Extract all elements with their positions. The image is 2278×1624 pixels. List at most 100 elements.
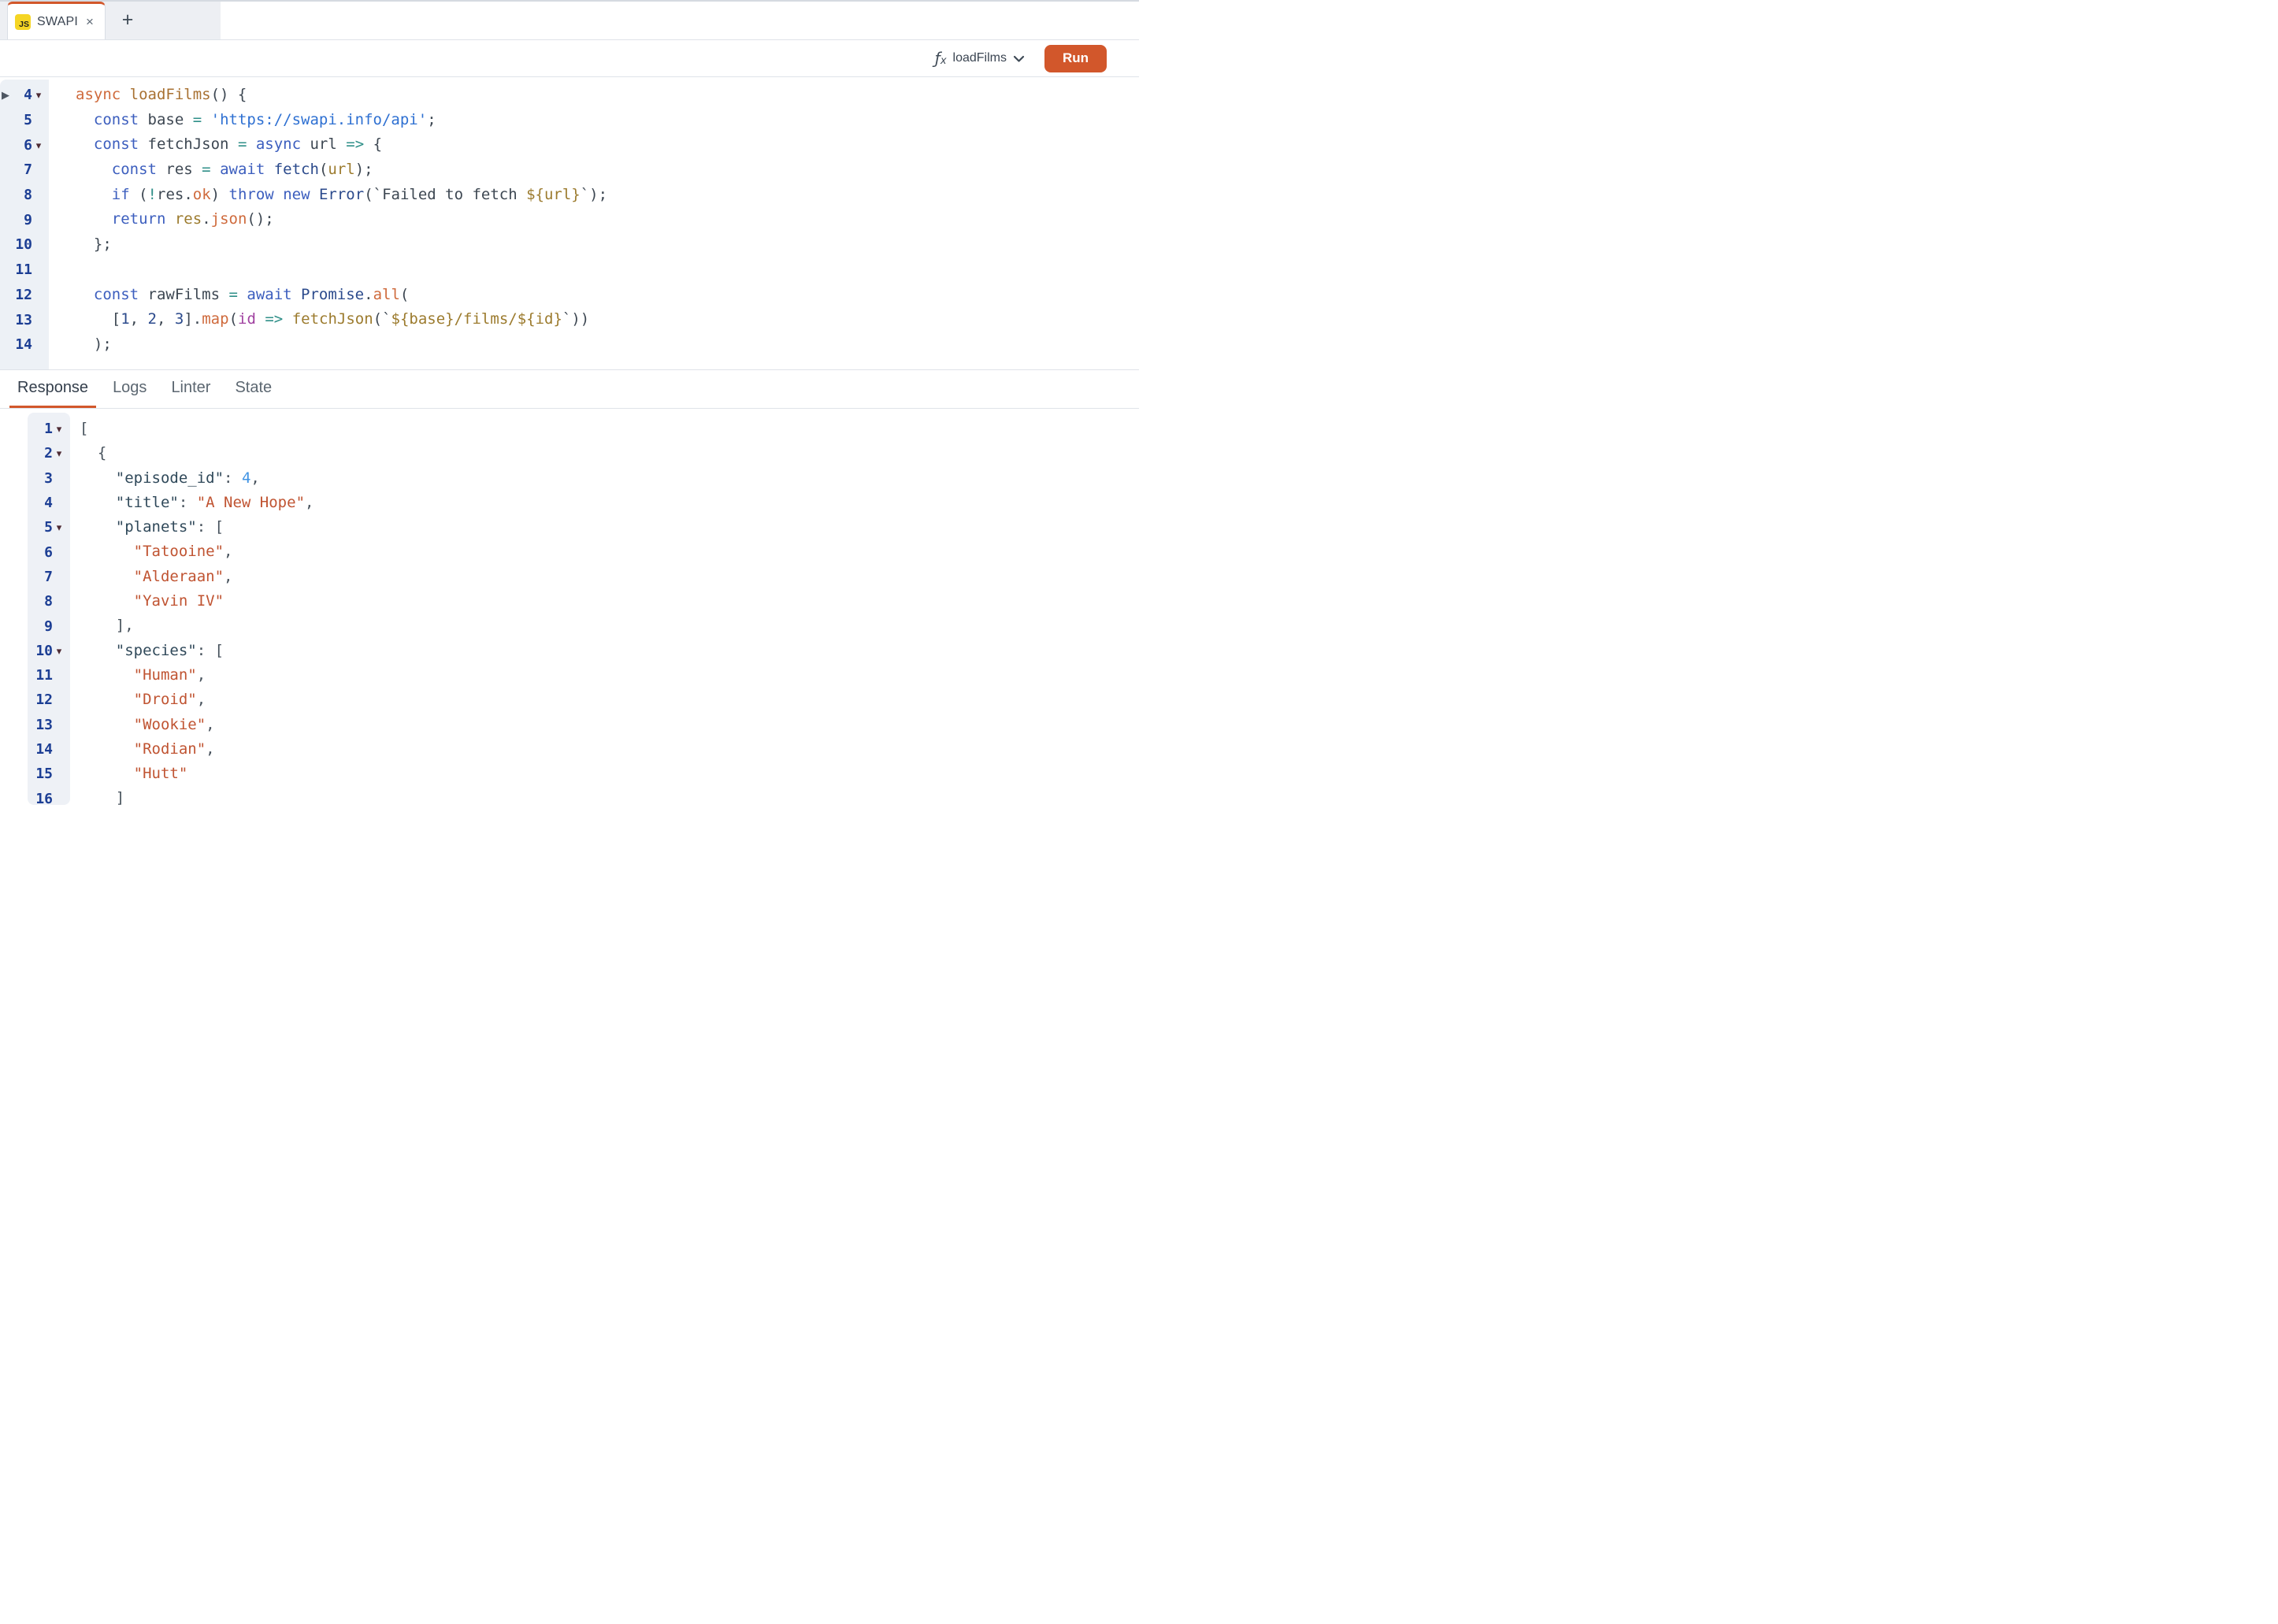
fold-toggle-icon[interactable]: ▾ [32,90,45,100]
response-line-10[interactable]: 10▾ "species": [ [0,639,1139,663]
code-text: const base = 'https://swapi.info/api'; [49,108,436,133]
output-tab-state[interactable]: State [227,370,280,408]
line-number: 12 [35,691,53,708]
line-number: 7 [24,161,32,178]
code-text: const rawFilms = await Promise.all( [49,283,409,308]
toolbar: ƒx loadFilms Run [0,40,1139,77]
response-line-15[interactable]: 15 "Hutt" [0,762,1139,786]
output-tab-linter[interactable]: Linter [163,370,218,408]
gutter-cell: 8 [0,183,49,208]
code-text: if (!res.ok) throw new Error(`Failed to … [49,183,607,208]
response-text: "Wookie", [70,713,215,737]
response-text: "planets": [ [70,515,224,539]
line-number: 6 [24,137,32,154]
gutter-cell: 5 [0,108,49,133]
code-line-5[interactable]: 5 const base = 'https://swapi.info/api'; [0,108,1139,133]
response-line-2[interactable]: 2▾ { [0,441,1139,465]
gutter-cell: 16 [28,786,70,810]
response-line-13[interactable]: 13 "Wookie", [0,713,1139,737]
output-tab-response[interactable]: Response [9,370,96,408]
code-line-12[interactable]: 12 const rawFilms = await Promise.all( [0,283,1139,308]
code-line-6[interactable]: 6▾ const fetchJson = async url => { [0,132,1139,158]
line-number: 11 [35,667,53,684]
gutter-cell: 12 [0,283,49,308]
response-line-8[interactable]: 8 "Yavin IV" [0,589,1139,614]
gutter-cell: ▶4▾ [0,83,49,108]
output-tab-logs[interactable]: Logs [105,370,154,408]
gutter-cell: 3 [28,466,70,491]
line-number: 5 [44,519,53,536]
gutter-cell: 11 [28,663,70,688]
line-number: 4 [44,495,53,511]
response-text: ] [70,786,124,810]
gutter-cell: 11 [0,258,49,283]
gutter-cell: 7 [28,565,70,589]
line-number: 10 [35,643,53,659]
gutter-cell: 1▾ [28,417,70,441]
response-line-3[interactable]: 3 "episode_id": 4, [0,466,1139,491]
code-line-11[interactable]: 11 [0,258,1139,283]
code-text: const fetchJson = async url => { [49,132,382,158]
code-text: ); [49,332,112,358]
line-number: 15 [35,766,53,782]
gutter-cell: 8 [28,589,70,614]
code-line-8[interactable]: 8 if (!res.ok) throw new Error(`Failed t… [0,183,1139,208]
new-tab-button[interactable]: + [115,0,140,39]
javascript-file-icon: JS [15,14,31,30]
response-line-14[interactable]: 14 "Rodian", [0,737,1139,762]
gutter-cell: 13 [28,713,70,737]
response-line-6[interactable]: 6 "Tatooine", [0,539,1139,564]
close-tab-icon[interactable]: × [86,15,94,28]
run-button[interactable]: Run [1044,45,1107,72]
line-number: 10 [15,236,32,253]
line-number: 13 [15,312,32,328]
gutter-cell: 5▾ [28,515,70,539]
line-number: 11 [15,261,32,278]
tab-title: SWAPI [37,15,78,29]
response-text: "Hutt" [70,762,187,786]
response-line-1[interactable]: 1▾[ [0,417,1139,441]
response-line-12[interactable]: 12 "Droid", [0,688,1139,712]
response-line-4[interactable]: 4 "title": "A New Hope", [0,491,1139,515]
function-icon: ƒx [935,50,947,66]
code-text: const res = await fetch(url); [49,158,373,183]
response-line-16[interactable]: 16 ] [0,786,1139,810]
code-line-13[interactable]: 13 [1, 2, 3].map(id => fetchJson(`${base… [0,307,1139,332]
code-line-14[interactable]: 14 ); [0,332,1139,358]
code-line-7[interactable]: 7 const res = await fetch(url); [0,158,1139,183]
code-line-9[interactable]: 9 return res.json(); [0,207,1139,232]
code-line-4[interactable]: ▶4▾async loadFilms() { [0,83,1139,108]
fold-toggle-icon[interactable]: ▾ [53,646,65,656]
line-number: 12 [15,287,32,303]
line-number: 7 [44,569,53,585]
fold-toggle-icon[interactable]: ▾ [53,448,65,458]
response-line-5[interactable]: 5▾ "planets": [ [0,515,1139,539]
fold-toggle-icon[interactable]: ▾ [53,424,65,434]
gutter-cell: 14 [0,332,49,358]
fold-toggle-icon[interactable]: ▾ [53,522,65,532]
code-line-10[interactable]: 10 }; [0,232,1139,258]
code-editor[interactable]: ▶4▾async loadFilms() {5 const base = 'ht… [0,78,1139,370]
response-text: "Yavin IV" [70,589,224,614]
gutter-cell: 9 [28,614,70,638]
gutter-cell: 9 [0,207,49,232]
response-panel[interactable]: 1▾[2▾ {3 "episode_id": 4,4 "title": "A N… [0,409,1139,812]
line-number: 14 [15,336,32,353]
response-text: { [70,441,106,465]
function-selector-dropdown[interactable]: ƒx loadFilms [935,50,1025,66]
tab-bar: JS SWAPI × + [0,0,1139,40]
play-line-icon[interactable]: ▶ [2,89,9,102]
fold-toggle-icon[interactable]: ▾ [32,140,45,150]
response-text: "Rodian", [70,737,215,762]
response-line-7[interactable]: 7 "Alderaan", [0,565,1139,589]
response-text: "episode_id": 4, [70,466,260,491]
line-number: 1 [44,421,53,437]
line-number: 5 [24,112,32,128]
response-line-11[interactable]: 11 "Human", [0,663,1139,688]
response-text: "Tatooine", [70,539,232,564]
line-number: 13 [35,717,53,733]
tab-swapi[interactable]: JS SWAPI × [7,2,106,39]
code-text: [1, 2, 3].map(id => fetchJson(`${base}/f… [49,307,589,332]
response-line-9[interactable]: 9 ], [0,614,1139,638]
response-lines: 1▾[2▾ {3 "episode_id": 4,4 "title": "A N… [0,417,1139,811]
